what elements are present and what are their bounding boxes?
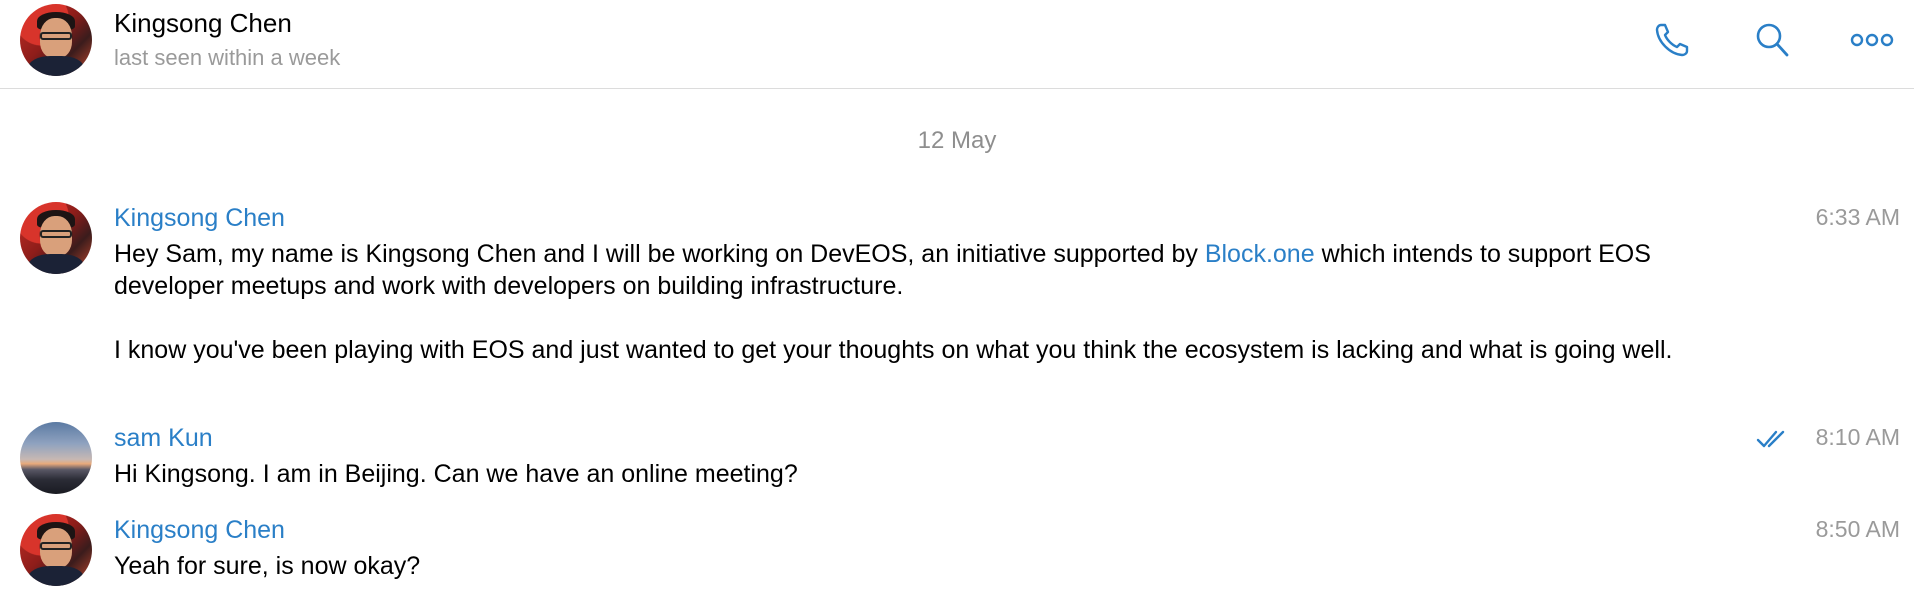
message-text: Hi Kingsong. I am in Beijing. Can we hav…	[114, 460, 798, 488]
sender-avatar[interactable]	[20, 202, 92, 274]
search-icon	[1756, 23, 1789, 57]
contact-status: last seen within a week	[114, 45, 341, 70]
message-text: Hey Sam, my name is Kingsong Chen and I …	[114, 238, 1764, 302]
message-paragraph: I know you've been playing with EOS and …	[114, 336, 1673, 364]
phone-icon	[1655, 23, 1689, 57]
contact-avatar[interactable]	[20, 4, 92, 76]
call-button[interactable]	[1650, 18, 1694, 62]
contact-name[interactable]: Kingsong Chen	[114, 8, 292, 39]
chat-header: Kingsong Chen last seen within a week	[0, 0, 1914, 89]
sender-avatar[interactable]	[20, 514, 92, 586]
chat-window: Kingsong Chen last seen within a week 12…	[0, 0, 1914, 596]
double-check-icon	[1756, 430, 1785, 448]
more-button[interactable]	[1850, 18, 1894, 62]
sender-name[interactable]: Kingsong Chen	[114, 516, 285, 545]
message-time: 8:50 AM	[1815, 516, 1900, 542]
search-button[interactable]	[1750, 18, 1794, 62]
sender-name[interactable]: Kingsong Chen	[114, 204, 285, 233]
message-time: 8:10 AM	[1815, 424, 1900, 450]
sender-avatar[interactable]	[20, 422, 92, 494]
more-icon	[1850, 33, 1894, 47]
message-text-part: Hey Sam, my name is Kingsong Chen and I …	[114, 240, 1205, 268]
message-text: Yeah for sure, is now okay?	[114, 552, 421, 580]
sender-name[interactable]: sam Kun	[114, 424, 213, 453]
message-time: 6:33 AM	[1815, 204, 1900, 230]
message-link[interactable]: Block.one	[1205, 240, 1315, 268]
date-separator: 12 May	[917, 127, 997, 154]
